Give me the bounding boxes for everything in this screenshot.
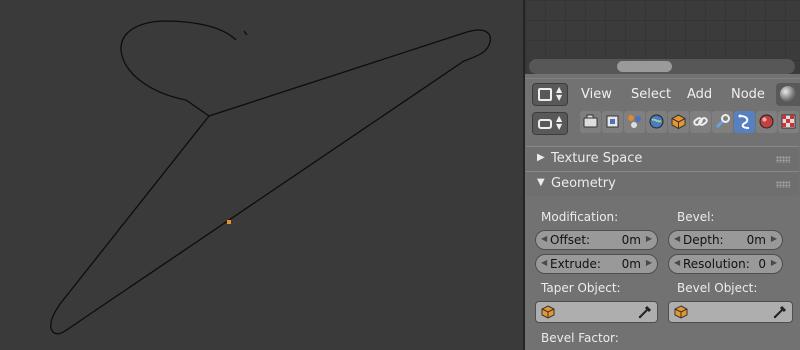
material-sphere-icon [780,86,796,102]
increment-icon[interactable]: ▶ [646,234,652,243]
taper-object-field[interactable] [535,301,658,323]
curve-data-icon [738,114,750,129]
field-label: Extrude: [550,257,601,271]
triangle-down-icon: ▼ [537,177,545,188]
eyedropper-icon[interactable] [637,304,653,320]
origin-point[interactable] [227,220,231,224]
field-value: 0 [758,257,766,271]
editor-type-button[interactable]: ▲ ▼ [532,83,568,106]
increment-icon[interactable]: ▶ [771,258,777,267]
properties-context-tabs: ▲ ▼ [525,110,800,137]
bevel-factor-label: Bevel Factor: [541,331,619,345]
increment-icon[interactable]: ▶ [771,234,777,243]
offset-field[interactable]: ◀ Offset: 0m ▶ [535,230,658,250]
chevron-updown-icon: ▲ ▼ [556,114,563,131]
field-label: Depth: [683,233,724,247]
decrement-icon[interactable]: ◀ [541,234,547,243]
tab-render-layers[interactable] [602,111,623,133]
panel-title: Texture Space [551,151,643,166]
modification-label: Modification: [541,210,619,224]
hanger-body-path [50,29,491,335]
3d-viewport[interactable] [0,0,523,350]
tab-material[interactable] [756,111,777,133]
scrollbar-thumb[interactable] [617,61,672,72]
constraints-icon [693,117,708,126]
tab-scene[interactable] [624,111,645,133]
object-cube-icon [674,305,688,319]
tab-texture[interactable] [778,111,799,133]
field-value: 0m [621,233,641,247]
node-editor-header: ▲ ▼ View Select Add Node [525,78,800,109]
object-icon [671,114,686,130]
decrement-icon[interactable]: ◀ [674,234,680,243]
field-value: 0m [621,257,641,271]
hook-path [120,20,237,117]
render-icon [583,114,598,128]
properties-area: ▲ ▼ View Select Add Node ▲ ▼ ▶ Texture S… [525,0,800,350]
resolution-field[interactable]: ◀ Resolution: 0 ▶ [668,254,783,274]
decrement-icon[interactable]: ◀ [674,258,680,267]
triangle-right-icon: ▶ [537,152,545,163]
field-label: Resolution: [683,257,750,271]
object-cube-icon [541,305,555,319]
depth-field[interactable]: ◀ Depth: 0m ▶ [668,230,783,250]
wrench-icon [715,114,730,129]
menu-view[interactable]: View [581,87,612,102]
panel-geometry-header[interactable]: ▼ Geometry [526,171,799,196]
hook-tip [243,30,248,36]
extrude-field[interactable]: ◀ Extrude: 0m ▶ [535,254,658,274]
bevel-object-label: Bevel Object: [677,281,758,295]
increment-icon[interactable]: ▶ [646,258,652,267]
tab-curve-data[interactable] [734,111,755,133]
field-value: 0m [746,233,766,247]
tab-world[interactable] [646,111,667,133]
eyedropper-icon[interactable] [772,304,788,320]
texture-icon [781,114,796,129]
properties-editor-type-button[interactable]: ▲ ▼ [532,112,568,135]
node-editor-icon [538,88,552,101]
scene-icon [628,115,641,128]
tab-constraints[interactable] [690,111,711,133]
field-label: Offset: [550,233,591,247]
taper-object-label: Taper Object: [541,281,621,295]
hanger-curve [50,20,491,335]
tab-modifiers[interactable] [712,111,733,133]
menu-select[interactable]: Select [631,87,671,102]
bevel-label: Bevel: [677,210,715,224]
menu-node[interactable]: Node [731,87,765,102]
tab-render[interactable] [580,111,601,133]
chevron-updown-icon: ▲ ▼ [556,85,563,102]
geometry-panel-body: Modification: Bevel: ◀ Offset: 0m ▶ ◀ De… [526,196,799,350]
panel-title: Geometry [551,176,616,191]
render-layers-icon [606,115,619,128]
material-preview-button[interactable] [776,83,800,106]
menu-add[interactable]: Add [687,87,712,102]
properties-icon [538,119,552,129]
horizontal-scrollbar[interactable] [529,59,795,74]
material-icon [759,114,774,129]
world-icon [649,114,664,129]
bevel-object-field[interactable] [668,301,793,323]
drag-grip-icon[interactable] [776,181,790,188]
panel-texture-space-header[interactable]: ▶ Texture Space [526,146,799,171]
drag-grip-icon[interactable] [776,156,790,163]
decrement-icon[interactable]: ◀ [541,258,547,267]
tab-object[interactable] [668,111,689,133]
